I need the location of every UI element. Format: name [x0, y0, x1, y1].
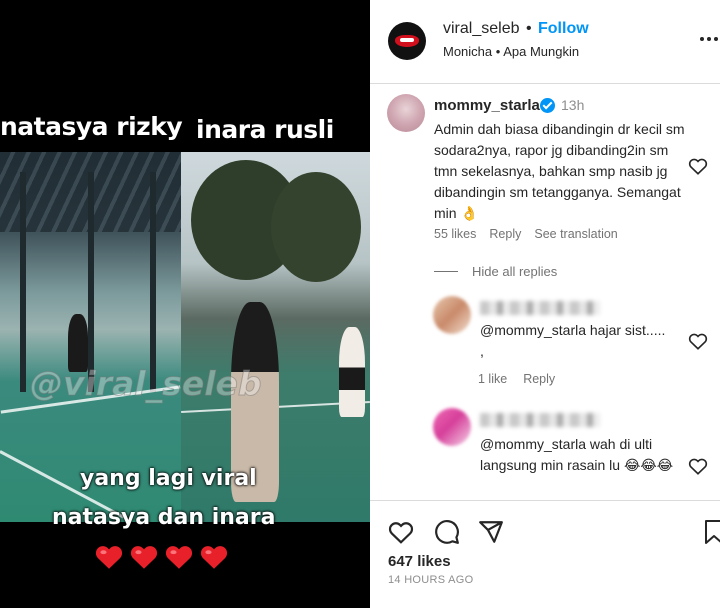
reply-like-heart-icon[interactable]	[688, 457, 708, 475]
post-header: viral_seleb • Follow Monicha • Apa Mungk…	[370, 0, 720, 84]
bookmark-icon[interactable]	[700, 519, 720, 545]
commenter-avatar[interactable]	[387, 94, 425, 132]
comment-reply-button[interactable]: Reply	[489, 227, 521, 241]
reply-like-heart-icon[interactable]	[688, 332, 708, 350]
caption-name-right: inara rusli	[196, 115, 334, 144]
reply-avatar-blurred[interactable]	[433, 296, 471, 334]
post-sidebar: viral_seleb • Follow Monicha • Apa Mungk…	[370, 0, 720, 608]
player-figure	[339, 327, 365, 417]
comment-text: Admin dah biasa dibandingin dr kecil sm …	[434, 121, 685, 221]
reply-username-blurred[interactable]	[480, 413, 600, 427]
audio-track-link[interactable]: Monicha • Apa Mungkin	[443, 44, 579, 59]
heart-icon[interactable]	[388, 519, 414, 545]
video-player[interactable]: natasya rizky inara rusli @viral_seleb y…	[0, 0, 370, 608]
caption-name-left: natasya rizky	[0, 112, 183, 141]
follow-button[interactable]: Follow	[538, 20, 589, 38]
caption-line-1: yang lagi viral	[80, 466, 257, 491]
comment-timestamp[interactable]: 13h	[561, 97, 584, 113]
comment-username[interactable]: mommy_starla	[434, 97, 540, 114]
reply-text: @mommy_starla wah di ulti langsung min r…	[480, 436, 674, 473]
avatar[interactable]	[388, 22, 426, 60]
more-horizontal-icon[interactable]	[700, 37, 718, 41]
divider-line	[434, 271, 458, 272]
send-icon[interactable]	[478, 519, 504, 545]
reply-meta: 1 like Reply	[478, 372, 555, 386]
hide-replies-toggle[interactable]: Hide all replies	[434, 264, 557, 279]
red-heart-emoji-icon	[164, 543, 194, 570]
post-username[interactable]: viral_seleb	[443, 20, 519, 38]
reply-username-blurred[interactable]	[480, 301, 600, 315]
reply-text: @mommy_starla hajar sist..... ,	[480, 322, 666, 359]
reply-likes[interactable]: 1 like	[478, 372, 507, 386]
comment-icon[interactable]	[434, 519, 460, 545]
comment-meta: 55 likes Reply See translation	[434, 227, 618, 241]
hide-replies-label: Hide all replies	[472, 264, 558, 279]
post-likes-count[interactable]: 647 likes	[388, 553, 451, 570]
red-heart-emoji-icon	[129, 543, 159, 570]
separator-dot: •	[526, 20, 532, 37]
pillar	[20, 172, 26, 392]
pillar	[88, 172, 94, 392]
red-heart-emoji-icon	[94, 543, 124, 570]
comment-likes[interactable]: 55 likes	[434, 227, 476, 241]
verified-badge-icon	[540, 98, 555, 113]
tree	[271, 172, 361, 282]
heart-emoji-row	[94, 543, 229, 570]
lips-logo-teeth	[400, 38, 414, 42]
caption-line-2: natasya dan inara	[52, 505, 276, 530]
watermark: @viral_seleb	[30, 364, 263, 404]
reply-avatar-blurred[interactable]	[433, 408, 471, 446]
reply-reply-button[interactable]: Reply	[523, 372, 555, 386]
post-timestamp[interactable]: 14 HOURS AGO	[388, 574, 474, 586]
red-heart-emoji-icon	[199, 543, 229, 570]
comment-like-heart-icon[interactable]	[688, 157, 708, 175]
pillar	[150, 172, 156, 392]
see-translation-button[interactable]: See translation	[534, 227, 617, 241]
